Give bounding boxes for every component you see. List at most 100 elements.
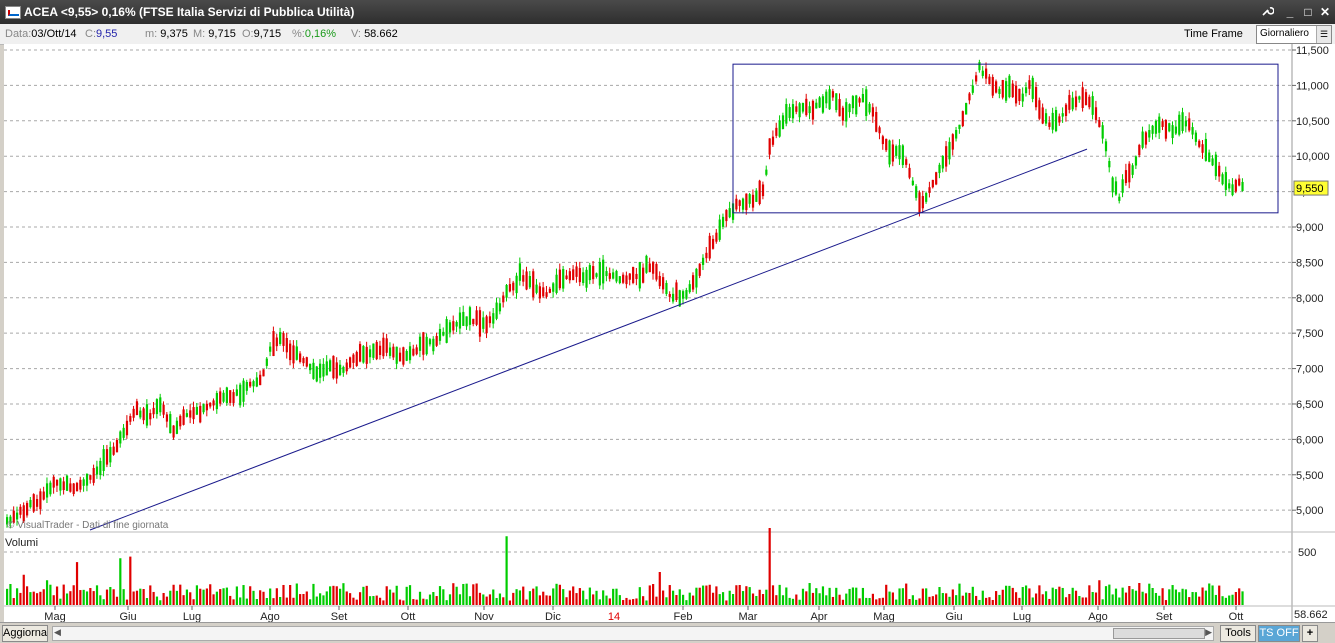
candle-body — [72, 483, 75, 495]
volume-bar — [1074, 590, 1078, 605]
price-chart[interactable]: 5,000 5,500 6,000 6,500 7,000 7,500 8,000 8,500… — [0, 44, 1335, 622]
volume-bar — [165, 596, 169, 605]
candle-body — [998, 88, 1001, 94]
candle-body — [412, 348, 415, 356]
volume-bar — [179, 584, 182, 605]
maximize-button[interactable]: □ — [1300, 4, 1316, 20]
candle-body — [189, 410, 192, 418]
dropdown-icon[interactable]: ☰ — [1316, 26, 1331, 43]
aggiorna-button[interactable]: Aggiorna — [2, 625, 48, 642]
candle-body — [75, 482, 79, 492]
volume-bar — [462, 583, 465, 605]
candle-body — [1058, 116, 1061, 123]
volume-bar — [931, 596, 934, 605]
volume-bar — [988, 597, 991, 605]
volume-bar — [1118, 597, 1121, 605]
volume-bar — [29, 592, 32, 605]
candle-body — [132, 408, 135, 418]
candle-body — [775, 127, 778, 136]
candle-body — [768, 138, 771, 155]
volume-bar — [1204, 590, 1207, 605]
close-button[interactable]: ✕ — [1317, 4, 1333, 20]
price-tick-label: 5,500 — [1296, 470, 1324, 482]
candle-body — [1081, 87, 1084, 109]
minimize-button[interactable]: _ — [1282, 4, 1298, 20]
volume-bar — [608, 598, 611, 605]
candle-body — [655, 264, 658, 280]
volume-bar — [1094, 592, 1098, 605]
candle-body — [1208, 152, 1211, 162]
volume-last-label: 58.662 — [1294, 609, 1328, 621]
candle-body — [1041, 107, 1044, 124]
volume-bar — [375, 595, 378, 605]
timeframe-select[interactable]: Giornaliero ☰ — [1256, 25, 1332, 44]
candle-body — [1088, 96, 1091, 108]
scroll-thumb[interactable] — [1113, 628, 1205, 639]
candle-body — [855, 95, 858, 115]
ts-off-button[interactable]: TS OFF — [1258, 625, 1300, 642]
candle-body — [818, 97, 821, 108]
candle-body — [548, 288, 551, 293]
tools-button[interactable]: Tools — [1220, 625, 1256, 642]
volume-bar — [725, 600, 728, 605]
volume-bar — [1005, 585, 1008, 605]
candle-body — [555, 274, 558, 293]
volume-bar — [905, 583, 908, 605]
scroll-right-icon[interactable]: ▶ — [1205, 627, 1212, 638]
price-tick-label: 6,000 — [1296, 434, 1324, 446]
volume-bar — [652, 584, 655, 605]
candle-body — [375, 341, 378, 360]
volume-bar — [415, 599, 418, 605]
candle-body — [1228, 183, 1231, 189]
candle-body — [295, 346, 298, 360]
volume-bar — [302, 593, 305, 605]
month-label: Ott — [401, 611, 416, 622]
volume-bar — [1231, 594, 1234, 605]
candle-body — [452, 321, 455, 331]
candle-body — [691, 275, 695, 290]
candle-body — [1158, 116, 1161, 133]
volume-bar — [755, 595, 758, 605]
volume-bar — [1098, 580, 1101, 605]
candle-body — [362, 346, 365, 363]
candle-body — [1008, 75, 1011, 98]
candle-body — [991, 77, 994, 96]
candle-body — [179, 415, 182, 427]
candle-body — [988, 76, 991, 85]
scroll-left-icon[interactable]: ◀ — [54, 627, 61, 638]
candle-body — [1024, 87, 1028, 94]
volume-bar — [998, 594, 1001, 605]
price-tick-label: 11,000 — [1296, 80, 1329, 92]
candle-body — [358, 343, 362, 362]
candle-body — [955, 129, 958, 139]
volume-bar — [229, 595, 232, 605]
candle-body — [49, 482, 52, 495]
volume-bar — [741, 591, 745, 605]
volume-bar — [195, 585, 199, 605]
volume-bar — [778, 584, 781, 605]
candle-body — [205, 403, 208, 411]
candle-body — [978, 62, 981, 71]
candle-body — [1001, 80, 1004, 98]
year-marker: 14 — [608, 611, 620, 622]
volume-bar — [715, 586, 718, 605]
candle-body — [695, 268, 698, 288]
volume-bar — [488, 594, 492, 605]
volume-bar — [465, 583, 468, 605]
candle-body — [542, 287, 545, 297]
volume-bar — [522, 586, 525, 605]
chart-scrollbar[interactable]: ◀ ▶ — [52, 626, 1214, 641]
add-button[interactable]: + — [1302, 625, 1318, 642]
volume-bar — [205, 588, 208, 605]
candle-body — [39, 491, 42, 510]
volume-bar — [1134, 590, 1138, 605]
wrench-icon[interactable] — [1259, 4, 1275, 20]
volume-bar — [492, 589, 495, 605]
candle-body — [339, 364, 342, 376]
volume-bar — [1031, 597, 1034, 605]
volume-bar — [771, 585, 775, 605]
candle-body — [718, 219, 721, 240]
volume-bar — [935, 594, 938, 605]
candle-body — [388, 347, 392, 356]
volume-bar — [875, 599, 878, 605]
